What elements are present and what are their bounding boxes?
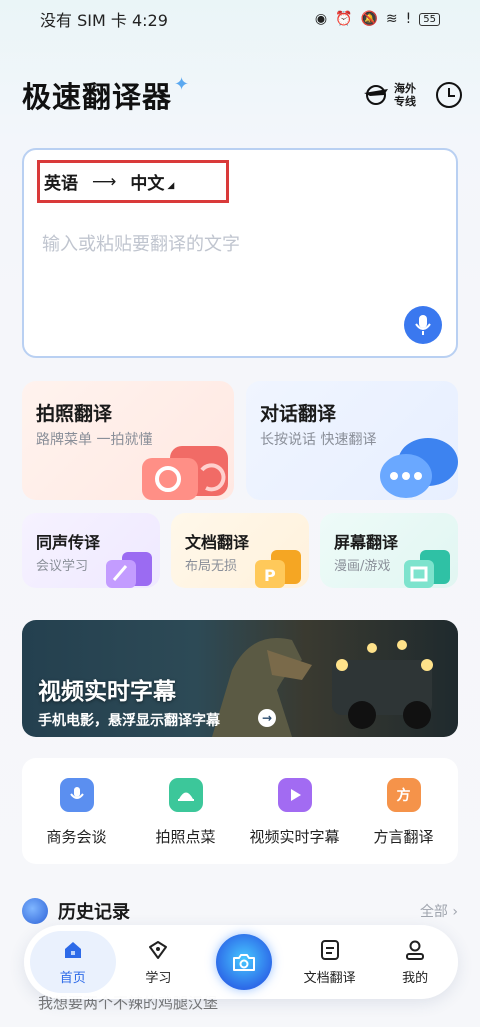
screen-subtitle: 漫画/游戏 <box>334 559 391 574</box>
dialog-translate-card[interactable]: 对话翻译 长按说话 快速翻译 <box>246 381 458 500</box>
banner-subtitle: 手机电影，悬浮显示翻译字幕 <box>38 713 220 729</box>
eye-icon: ◉ <box>314 11 328 27</box>
document-p-icon: P <box>255 550 301 588</box>
history-all-link[interactable]: 全部 › <box>420 901 458 921</box>
nav-camera[interactable] <box>201 934 287 990</box>
alert-icon: ! <box>405 11 412 27</box>
quick-label-business: 商务会谈 <box>46 828 107 846</box>
quick-photo-order[interactable]: 拍照点菜 <box>131 758 240 864</box>
headset-document-icon <box>106 552 152 588</box>
arrow-right-icon[interactable]: → <box>258 709 276 727</box>
nav-docs-label: 文档翻译 <box>303 970 356 986</box>
screen-translate-card[interactable]: 屏幕翻译 漫画/游戏 <box>320 513 458 588</box>
history-clock-icon[interactable] <box>436 82 462 108</box>
app-title: 极速翻译器 <box>22 80 173 114</box>
quick-video-subtitle[interactable]: 视频实时字幕 <box>240 758 349 864</box>
overseas-label-1: 海外 <box>394 82 416 95</box>
wifi-icon: ≋ <box>385 11 398 27</box>
nav-learn[interactable]: 学习 <box>116 931 202 993</box>
quick-label-photo-order: 拍照点菜 <box>155 828 216 846</box>
quick-label-dialect: 方言翻译 <box>373 828 434 846</box>
document-translate-card[interactable]: 文档翻译 布局无损 P <box>171 513 309 588</box>
language-selector[interactable]: 英语 ⟶ 中文 ◢ <box>37 160 229 203</box>
quick-label-video: 视频实时字幕 <box>249 828 340 846</box>
status-carrier-time: 没有 SIM 卡 4:29 <box>40 11 168 30</box>
simultaneous-interpretation-card[interactable]: 同声传译 会议学习 <box>22 513 160 588</box>
photo-translate-card[interactable]: 拍照翻译 路牌菜单 一拍就懂 <box>22 381 234 500</box>
history-logo-icon <box>22 898 48 924</box>
video-subtitle-banner[interactable]: 视频实时字幕 手机电影，悬浮显示翻译字幕 → <box>22 620 458 737</box>
history-header: 历史记录 全部 › <box>22 896 458 926</box>
camera-icon <box>142 446 228 500</box>
document-icon <box>320 939 339 960</box>
simultaneous-subtitle: 会议学习 <box>36 559 89 574</box>
photo-translate-title: 拍照翻译 <box>36 403 113 425</box>
app-header: 极速翻译器 ✦ 海外 专线 <box>22 70 462 120</box>
food-cloche-icon <box>168 778 203 812</box>
chat-bubble-icon <box>380 438 458 498</box>
document-title: 文档翻译 <box>185 533 250 552</box>
user-icon <box>406 940 425 960</box>
nav-mine[interactable]: 我的 <box>372 931 458 993</box>
screen-title: 屏幕翻译 <box>334 533 399 552</box>
microphone-doc-icon <box>59 778 94 812</box>
learn-icon <box>149 940 168 959</box>
arrow-icon: ⟶ <box>92 171 117 192</box>
dialect-icon: 方 <box>386 778 421 812</box>
source-language[interactable]: 英语 <box>44 169 78 194</box>
banner-title: 视频实时字幕 <box>38 679 176 705</box>
photo-translate-subtitle: 路牌菜单 一拍就懂 <box>36 432 153 448</box>
quick-dialect[interactable]: 方 方言翻译 <box>349 758 458 864</box>
overseas-label-2: 专线 <box>394 95 416 108</box>
overseas-line-button[interactable]: 海外 专线 <box>362 82 416 108</box>
sparkle-icon: ✦ <box>174 73 190 95</box>
quick-business-meeting[interactable]: 商务会谈 <box>22 758 131 864</box>
document-subtitle: 布局无损 <box>185 559 238 574</box>
history-title: 历史记录 <box>58 902 130 923</box>
alarm-icon: ⏰ <box>335 11 353 27</box>
quick-tools-panel: 商务会谈 拍照点菜 视频实时字幕 方 方言翻译 <box>22 758 458 864</box>
bottom-navigation: 首页 学习 文档翻译 我的 <box>24 925 458 999</box>
dialog-translate-title: 对话翻译 <box>260 403 337 425</box>
svg-text:P: P <box>264 566 276 585</box>
status-icons: ◉ ⏰ 🔕 ≋ ! 55 <box>315 11 440 27</box>
microphone-icon <box>415 315 431 335</box>
translate-input-placeholder[interactable]: 输入或粘贴要翻译的文字 <box>42 230 240 256</box>
camera-button[interactable] <box>215 934 272 990</box>
nav-docs[interactable]: 文档翻译 <box>287 931 373 993</box>
battery-icon: 55 <box>419 12 440 26</box>
screen-capture-icon <box>404 550 450 588</box>
plane-globe-icon <box>364 85 388 105</box>
nav-mine-label: 我的 <box>402 970 429 986</box>
simultaneous-title: 同声传译 <box>36 533 101 552</box>
nav-home-label: 首页 <box>59 970 86 986</box>
nav-learn-label: 学习 <box>145 970 172 986</box>
camera-icon <box>232 954 255 971</box>
dropdown-triangle-icon: ◢ <box>167 180 175 191</box>
target-language[interactable]: 中文 <box>130 169 164 194</box>
microphone-button[interactable] <box>404 306 442 344</box>
play-icon <box>277 778 312 812</box>
nav-home[interactable]: 首页 <box>30 931 116 993</box>
home-icon <box>64 941 81 958</box>
dialog-translate-subtitle: 长按说话 快速翻译 <box>260 432 377 448</box>
status-bar: 没有 SIM 卡 4:29 ◉ ⏰ 🔕 ≋ ! 55 <box>0 0 480 38</box>
translate-input-card[interactable]: 英语 ⟶ 中文 ◢ 输入或粘贴要翻译的文字 <box>22 148 458 358</box>
mute-icon: 🔕 <box>360 11 378 27</box>
